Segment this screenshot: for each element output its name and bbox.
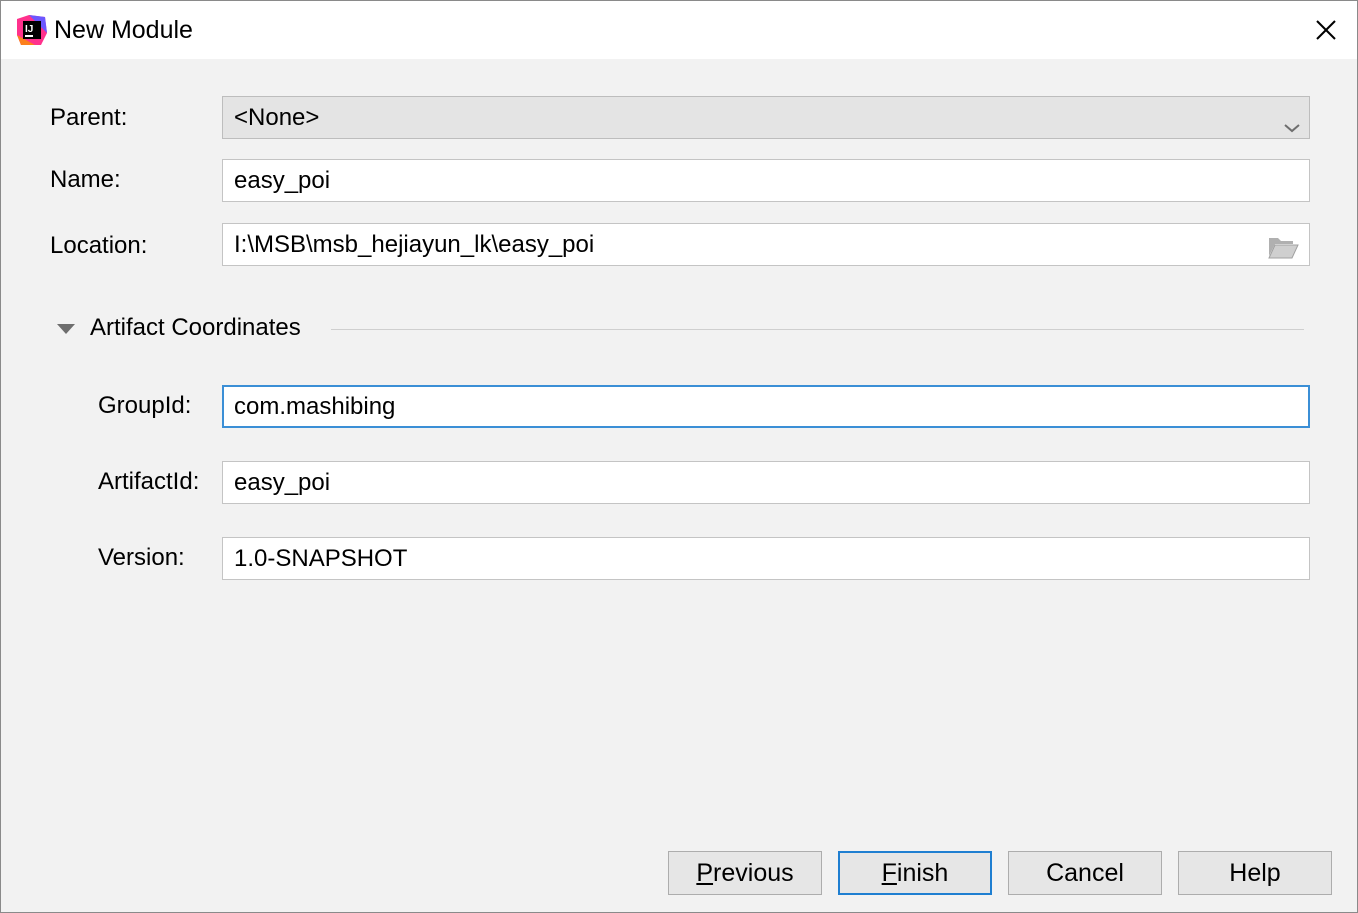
finish-button[interactable]: Finish xyxy=(838,851,992,895)
location-label: Location: xyxy=(50,232,148,259)
previous-label-rest: revious xyxy=(713,859,794,887)
finish-mnemonic: F xyxy=(881,859,897,887)
location-input-value: I:\MSB\msb_hejiayun_lk\easy_poi xyxy=(234,231,595,258)
svg-text:IJ: IJ xyxy=(25,24,33,35)
parent-label: Parent: xyxy=(50,104,128,131)
parent-select[interactable]: <None> xyxy=(222,96,1310,139)
artifact-coordinates-section[interactable]: Artifact Coordinates xyxy=(56,313,1306,345)
name-label: Name: xyxy=(50,166,121,193)
artifactid-input[interactable]: easy_poi xyxy=(222,461,1310,504)
folder-open-icon[interactable] xyxy=(1267,232,1299,259)
name-input[interactable]: easy_poi xyxy=(222,159,1310,202)
version-label: Version: xyxy=(98,544,185,571)
previous-mnemonic: P xyxy=(696,859,714,887)
dialog-title: New Module xyxy=(54,16,193,44)
artifactid-label: ArtifactId: xyxy=(98,468,200,495)
cancel-button[interactable]: Cancel xyxy=(1008,851,1162,895)
section-title[interactable]: Artifact Coordinates xyxy=(90,313,301,343)
groupid-label: GroupId: xyxy=(98,392,192,419)
finish-label-rest: inish xyxy=(896,859,949,887)
groupid-input[interactable]: com.mashibing xyxy=(222,385,1310,428)
location-input[interactable]: I:\MSB\msb_hejiayun_lk\easy_poi xyxy=(222,223,1310,266)
section-divider xyxy=(331,329,1304,330)
version-input[interactable]: 1.0-SNAPSHOT xyxy=(222,537,1310,580)
close-icon[interactable] xyxy=(1309,13,1343,47)
parent-select-value: <None> xyxy=(234,104,320,131)
previous-button[interactable]: Previous xyxy=(668,851,822,895)
chevron-down-icon xyxy=(1283,109,1301,133)
title-bar: IJ New Module xyxy=(1,1,1357,59)
intellij-idea-icon: IJ xyxy=(15,13,49,47)
help-button[interactable]: Help xyxy=(1178,851,1332,895)
new-module-dialog: IJ New Module Parent: <None> Name: easy_… xyxy=(0,0,1358,913)
triangle-down-icon[interactable] xyxy=(56,322,76,336)
